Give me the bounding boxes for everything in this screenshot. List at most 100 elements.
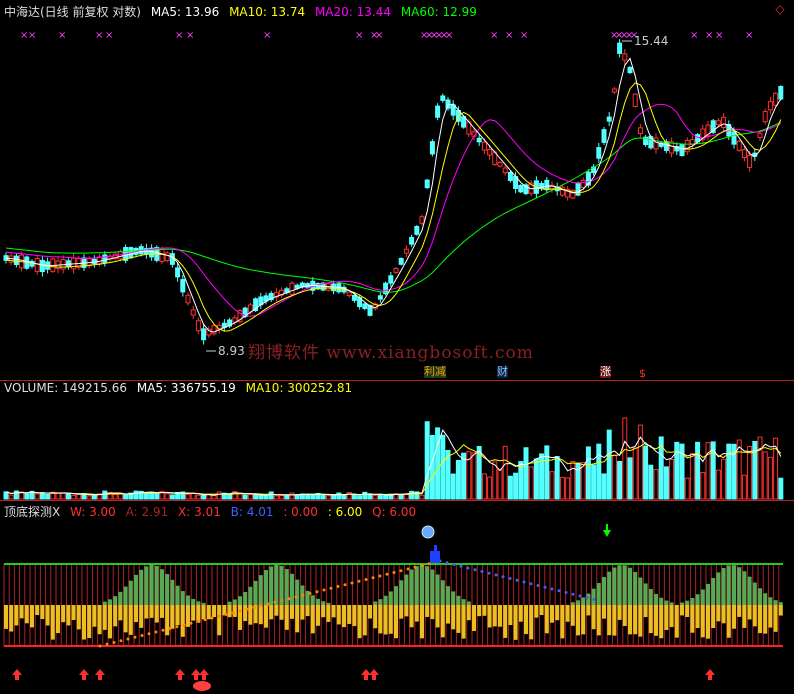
candle-body	[580, 179, 586, 188]
indicator-dot	[585, 596, 589, 600]
indicator-green-bar	[440, 580, 445, 605]
indicator-yellow-bar	[4, 605, 8, 629]
candle-body	[575, 182, 581, 196]
event-badge-4[interactable]: $	[639, 368, 646, 380]
indicator-dot	[592, 598, 596, 601]
indicator-dot	[452, 563, 456, 566]
volume-bar	[523, 447, 529, 500]
candle-body	[195, 320, 201, 332]
indicator-green-bar	[596, 583, 601, 605]
candle-body	[622, 53, 628, 61]
indicator-yellow-bar	[726, 605, 731, 638]
x-signal-mark: ×	[490, 30, 498, 41]
indicator-yellow-bar	[186, 605, 190, 627]
indicator-green-bar	[154, 566, 159, 605]
indicator-dot	[259, 604, 263, 608]
volume-bar	[331, 494, 337, 500]
indicator-yellow-bar	[82, 605, 86, 640]
x-signal-mark: ×	[375, 30, 383, 41]
indicator-yellow-bar	[700, 605, 705, 638]
volume-bar	[294, 494, 300, 500]
volume-bar	[45, 493, 51, 500]
indicator-dot	[140, 634, 144, 637]
indicator-dot	[515, 578, 519, 582]
x-signal-mark: ×	[520, 30, 528, 41]
indicator-yellow-bar	[732, 605, 736, 629]
volume-bar	[663, 466, 669, 500]
price-panel: 中海达(日线 前复权 对数) MA5: 13.96 MA10: 13.74 MA…	[0, 0, 794, 381]
x-signal-mark: ×	[105, 30, 113, 41]
event-badge-1[interactable]: 利减	[424, 366, 446, 378]
volume-bar	[227, 493, 233, 500]
indicator-green-bar	[591, 588, 596, 605]
ma5-line	[5, 57, 782, 333]
indicator-yellow-bar	[347, 605, 352, 624]
volume-bar	[549, 471, 555, 500]
indicator-yellow-bar	[201, 605, 206, 620]
x-signal-mark: ×	[690, 30, 698, 41]
indicator-green-bar	[435, 574, 440, 605]
volume-bar	[76, 493, 82, 500]
indicator-green-bar	[253, 580, 258, 605]
x-signal-mark: ×	[28, 30, 36, 41]
indicator-yellow-bar	[175, 605, 180, 626]
event-badge-3[interactable]: 涨	[600, 366, 611, 378]
indicator-dot	[529, 582, 533, 586]
candle-body	[601, 129, 607, 143]
indicator-yellow-bar	[373, 605, 378, 629]
buy-arrow-icon	[95, 669, 105, 680]
ma10-line	[5, 82, 782, 332]
indicator-yellow-bar	[503, 605, 508, 638]
candle-body	[351, 294, 357, 301]
indicator-green-bar	[425, 566, 430, 605]
indicator-yellow-bar	[680, 605, 684, 616]
indicator-yellow-bar	[560, 605, 565, 639]
event-badge-2[interactable]: 财	[497, 366, 508, 378]
indicator-dot	[329, 586, 333, 590]
price-chart[interactable]: × × × × × × × × × ×× ×××××× × × × ××××× × × × × 15.44 8.93	[0, 0, 794, 381]
indicator-green-bar	[622, 565, 627, 605]
indicator-bars	[4, 565, 783, 640]
indicator-dot	[273, 600, 277, 604]
indicator-chart[interactable]	[0, 501, 794, 694]
buy-arrow-icon	[369, 669, 379, 680]
indicator-green-bar	[232, 599, 237, 605]
volume-chart[interactable]	[0, 381, 794, 500]
indicator-panel: 顶底探测X W: 3.00 A: 2.91 X: 3.01 B: 4.01 : …	[0, 501, 794, 694]
indicator-green-bar	[752, 582, 757, 605]
indicator-yellow-bar	[576, 605, 580, 636]
indicator-green-bar	[310, 595, 315, 605]
volume-bar	[544, 445, 550, 500]
volume-bar	[705, 442, 711, 500]
candle-body	[627, 66, 633, 74]
indicator-green-bar	[659, 597, 664, 605]
volume-bar	[767, 456, 773, 500]
indicator-yellow-bar	[326, 605, 331, 622]
indicator-yellow-bar	[316, 605, 320, 626]
volume-bar	[429, 434, 435, 500]
candle-body	[201, 328, 207, 341]
blue-peak-marker	[430, 551, 440, 563]
x-signal-mark: ×	[186, 30, 194, 41]
indicator-dot	[413, 565, 417, 569]
x-signal-mark: ×	[95, 30, 103, 41]
indicator-dot	[98, 644, 102, 648]
indicator-yellow-bar	[165, 605, 170, 636]
indicator-dot	[392, 571, 396, 574]
volume-bar	[185, 494, 191, 500]
indicator-yellow-bar	[123, 605, 128, 633]
indicator-dot	[557, 589, 561, 593]
indicator-yellow-bar	[420, 605, 424, 639]
indicator-dot	[119, 639, 123, 643]
indicator-yellow-bar	[170, 605, 175, 629]
indicator-yellow-bar	[425, 605, 430, 617]
indicator-green-bar	[456, 595, 461, 605]
indicator-yellow-bar	[669, 605, 674, 628]
candle-body	[736, 140, 742, 151]
indicator-yellow-bar	[451, 605, 456, 630]
volume-bar	[684, 477, 690, 500]
indicator-green-bar	[570, 602, 575, 605]
indicator-yellow-bar	[305, 605, 310, 617]
candle-body	[346, 291, 352, 296]
indicator-green-bar	[264, 570, 268, 605]
